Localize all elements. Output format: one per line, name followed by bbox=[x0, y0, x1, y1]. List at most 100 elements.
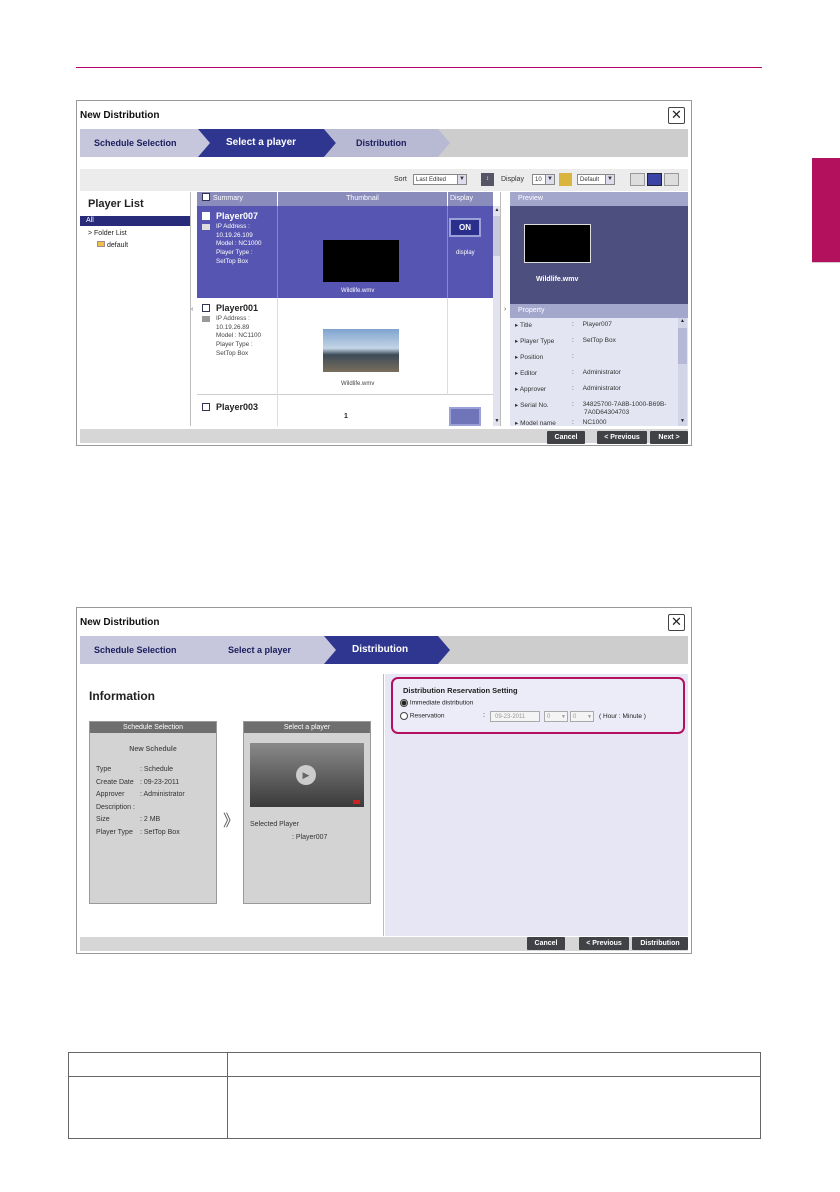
preview-caption: Wildlife.wmv bbox=[536, 276, 579, 283]
close-icon[interactable]: ✕ bbox=[668, 614, 685, 631]
property-value-text: SetTop Box bbox=[582, 337, 616, 344]
wizard-steps: Schedule Selection Select a player Distr… bbox=[80, 636, 688, 664]
property-list: ▸ Title: Player007 ▸ Player Type: SetTop… bbox=[510, 318, 678, 426]
chevron-down-icon: ▼ bbox=[457, 175, 466, 184]
radio-unchecked-icon bbox=[400, 712, 408, 720]
detail-value: : Schedule bbox=[140, 766, 174, 773]
row-checkbox[interactable] bbox=[202, 212, 210, 220]
player-card-header: Select a player bbox=[244, 722, 370, 733]
immediate-distribution-radio[interactable]: Immediate distribution bbox=[400, 699, 473, 707]
thumbnail-icon[interactable] bbox=[559, 173, 572, 186]
select-all-checkbox[interactable] bbox=[202, 193, 210, 201]
scroll-up-icon[interactable]: ▲ bbox=[678, 318, 687, 326]
window-title: New Distribution bbox=[80, 617, 160, 628]
property-value-text: 34825700-7A8B-1000-B69B- bbox=[582, 401, 667, 408]
row-checkbox[interactable] bbox=[202, 304, 210, 312]
step-select-player: Select a player bbox=[228, 645, 292, 655]
scroll-thumb[interactable] bbox=[678, 328, 687, 364]
player-row-selected[interactable]: Player007 IP Address : 10.19.26.109 Mode… bbox=[197, 206, 500, 298]
reservation-minute-select[interactable]: 0 ▼ bbox=[570, 711, 594, 722]
previous-button[interactable]: < Previous bbox=[597, 431, 647, 444]
property-key: Approver bbox=[519, 386, 547, 393]
video-thumbnail: ▶ bbox=[250, 743, 364, 807]
preview-title: Preview bbox=[518, 195, 543, 202]
grid-scrollbar[interactable]: ▲ ▼ bbox=[493, 206, 500, 426]
player-name: Player007 bbox=[216, 211, 259, 221]
scroll-up-icon[interactable]: ▲ bbox=[493, 206, 500, 214]
property-value-text: Administrator bbox=[582, 369, 621, 376]
property-key: Model name bbox=[520, 420, 556, 426]
reservation-radio[interactable]: Reservation bbox=[400, 712, 445, 720]
step-distribution: Distribution bbox=[352, 644, 409, 655]
column-summary-label: Summary bbox=[213, 195, 243, 202]
scroll-thumb[interactable] bbox=[493, 216, 500, 256]
collapse-left-icon[interactable]: ‹ bbox=[191, 306, 193, 313]
chevron-down-icon: ▼ bbox=[587, 714, 592, 720]
new-distribution-window-select-player: New Distribution ✕ Schedule Selection Se… bbox=[76, 100, 692, 446]
sort-order-icon[interactable]: ↕ bbox=[481, 173, 494, 186]
tree-item-default[interactable]: default bbox=[97, 241, 128, 249]
thumbnail-black-screen bbox=[323, 240, 399, 282]
property-row: ▸ Serial No. bbox=[515, 402, 549, 409]
property-value-text: Administrator bbox=[582, 385, 621, 392]
play-icon[interactable]: ▶ bbox=[296, 765, 316, 785]
detail-value: : 2 MB bbox=[140, 816, 161, 824]
status-icon bbox=[202, 316, 210, 322]
row-checkbox[interactable] bbox=[202, 403, 210, 411]
display-count-select[interactable]: 10 ▼ bbox=[532, 174, 555, 185]
column-display: Display bbox=[447, 192, 493, 206]
sort-label: Sort bbox=[394, 176, 407, 183]
column-display-label: Display bbox=[450, 195, 473, 202]
property-row: ▸ Editor bbox=[515, 370, 538, 377]
radio-checked-icon bbox=[400, 699, 408, 707]
information-title: Information bbox=[89, 689, 155, 703]
player-grid: Summary Thumbnail Display Player007 IP A… bbox=[197, 192, 501, 426]
step-select-player: Select a player bbox=[226, 137, 297, 148]
scroll-down-icon[interactable]: ▼ bbox=[678, 418, 687, 426]
close-icon[interactable]: ✕ bbox=[668, 107, 685, 124]
display-label: Display bbox=[501, 176, 524, 183]
view-mode-select[interactable]: Default ▼ bbox=[577, 174, 615, 185]
detail-value: : SetTop Box bbox=[140, 828, 180, 836]
grid-view-icon[interactable] bbox=[664, 173, 679, 186]
scroll-down-icon[interactable]: ▼ bbox=[493, 418, 500, 426]
cancel-button[interactable]: Cancel bbox=[527, 937, 565, 950]
information-panel: Information Schedule Selection New Sched… bbox=[80, 674, 384, 936]
previous-button[interactable]: < Previous bbox=[579, 937, 629, 950]
schedule-card-header: Schedule Selection bbox=[90, 722, 216, 733]
property-row: ▸ Position bbox=[515, 354, 544, 361]
thumbnail-landscape-image bbox=[323, 329, 399, 372]
property-row: ▸ Title bbox=[515, 322, 532, 329]
detail-row: Type: Schedule bbox=[96, 764, 185, 777]
thumbnail-cell bbox=[277, 395, 447, 426]
detail-key: Approver bbox=[96, 791, 125, 799]
property-value-text: Player007 bbox=[582, 321, 612, 328]
tree-item-folder-list[interactable]: > Folder List bbox=[88, 230, 127, 237]
detail-view-icon[interactable] bbox=[647, 173, 662, 186]
detail-row: Description : bbox=[96, 802, 185, 815]
distribution-button[interactable]: Distribution bbox=[632, 937, 688, 950]
header-rule bbox=[76, 67, 762, 68]
property-value: : SetTop Box bbox=[572, 337, 616, 344]
display-on-button[interactable] bbox=[449, 407, 481, 426]
property-scrollbar[interactable]: ▲ ▼ bbox=[678, 318, 687, 426]
tree-item-all[interactable]: All bbox=[80, 216, 190, 226]
sort-select[interactable]: Last Edited ▼ bbox=[413, 174, 467, 185]
reservation-hour-select[interactable]: 0 ▼ bbox=[544, 711, 568, 722]
reservation-date-input[interactable]: 09-23-2011 bbox=[490, 711, 540, 722]
property-key: Position bbox=[520, 354, 544, 361]
schedule-summary-card: Schedule Selection New Schedule Type: Sc… bbox=[89, 721, 217, 904]
reservation-title: Distribution Reservation Setting bbox=[403, 686, 518, 695]
collapse-right-icon[interactable]: › bbox=[504, 306, 506, 313]
display-on-button[interactable]: ON bbox=[449, 218, 481, 237]
list-view-icon[interactable] bbox=[630, 173, 645, 186]
preview-panel: Preview Wildlife.wmv bbox=[510, 192, 688, 304]
cancel-button[interactable]: Cancel bbox=[547, 431, 585, 444]
property-row: ▸ Model name bbox=[515, 420, 556, 426]
property-key: Title bbox=[519, 322, 532, 329]
tree-item-default-label: default bbox=[107, 242, 129, 249]
next-button[interactable]: Next > bbox=[650, 431, 688, 444]
window-title: New Distribution bbox=[80, 110, 160, 121]
player-row[interactable]: Player001 IP Address : 10.19.26.89 Model… bbox=[197, 298, 500, 395]
player-row[interactable]: Player003 1 bbox=[197, 395, 500, 426]
